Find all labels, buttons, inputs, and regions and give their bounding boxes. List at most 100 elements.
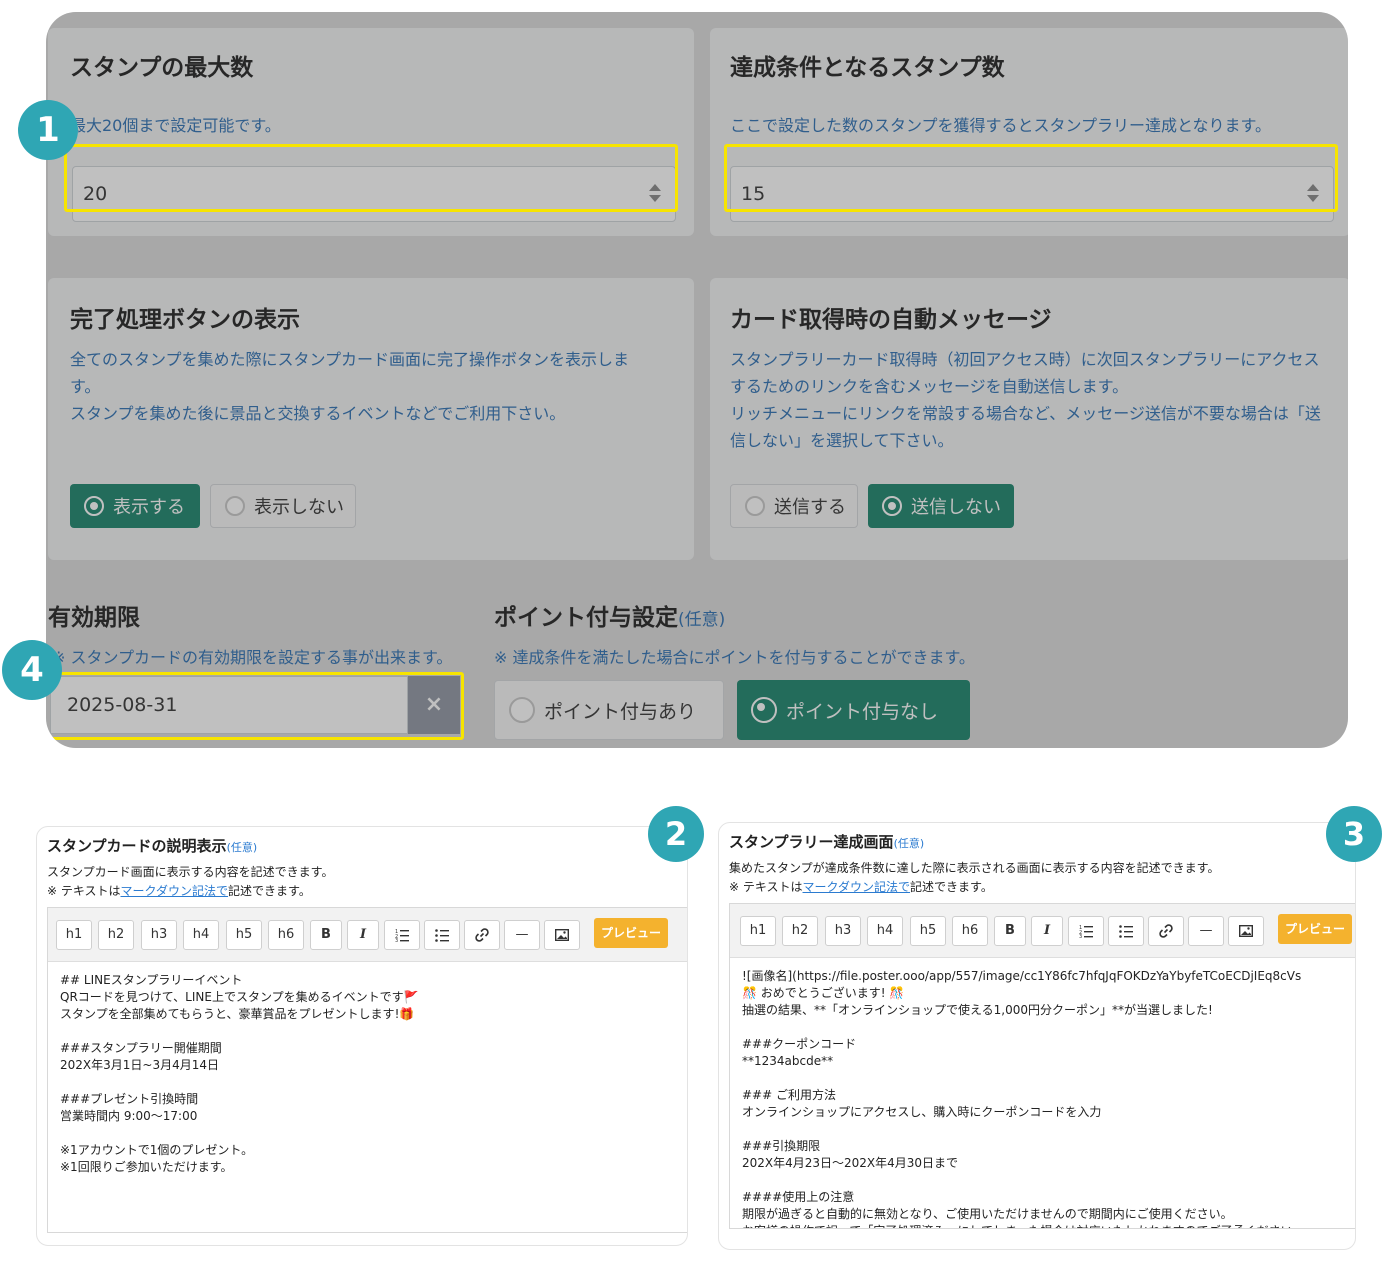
horizontal-rule-button[interactable]: — (1188, 916, 1224, 946)
settings-screenshot: スタンプの最大数 最大20個まで設定可能です。 20 達成条件となるスタンプ数 … (46, 12, 1348, 748)
radio-checked-icon (751, 697, 777, 723)
bold-button[interactable]: B (994, 916, 1026, 946)
h3-button[interactable]: h3 (141, 920, 177, 950)
link-icon[interactable] (1148, 916, 1184, 946)
radio-hide[interactable]: 表示しない (210, 484, 356, 528)
radio-show-label: 表示する (113, 497, 185, 518)
editor-toolbar: h1 h2 h3 h4 h5 h6 B I 123 — プレビュー (730, 904, 1355, 958)
preview-button[interactable]: プレビュー (594, 918, 668, 948)
auto-message-desc: スタンプラリーカード取得時（初回アクセス時）に次回スタンプラリーにアクセス する… (730, 346, 1342, 454)
radio-checked-icon (882, 496, 902, 516)
italic-button[interactable]: I (1031, 916, 1063, 946)
complete-button-desc: 全てのスタンプを集めた際にスタンプカード画面に完了操作ボタンを表示しま す。 ス… (70, 346, 680, 427)
h5-button[interactable]: h5 (910, 916, 946, 946)
svg-text:3: 3 (395, 938, 398, 942)
h4-button[interactable]: h4 (183, 920, 219, 950)
h2-button[interactable]: h2 (98, 920, 134, 950)
complete-button-card: 完了処理ボタンの表示 全てのスタンプを集めた際にスタンプカード画面に完了操作ボタ… (48, 278, 694, 560)
radio-points-yes[interactable]: ポイント付与あり (494, 680, 724, 740)
highlight-max-stamps (64, 144, 678, 212)
h3-button[interactable]: h3 (825, 916, 861, 946)
desc-line: スタンプを集めた後に景品と交換するイベントなどでご利用下さい。 (70, 404, 566, 423)
radio-nosend[interactable]: 送信しない (868, 484, 1014, 528)
radio-send-label: 送信する (774, 497, 846, 518)
radio-unchecked-icon (745, 496, 765, 516)
step-badge-3: 3 (1326, 806, 1382, 862)
desc-line: 信しない」を選択して下さい。 (730, 431, 954, 450)
max-stamps-title: スタンプの最大数 (70, 55, 254, 81)
italic-button[interactable]: I (347, 920, 379, 950)
expiry-title: 有効期限 (48, 605, 140, 631)
radio-points-no-label: ポイント付与なし (786, 700, 939, 723)
note-suffix: 記述できます。 (228, 884, 311, 898)
highlight-expiry (46, 672, 464, 740)
max-stamps-desc: 最大20個まで設定可能です。 (70, 116, 281, 135)
goal-stamps-title: 達成条件となるスタンプ数 (730, 55, 1005, 81)
list-ordered-icon[interactable]: 123 (1068, 916, 1104, 946)
step-badge-1: 1 (18, 100, 78, 160)
radio-send[interactable]: 送信する (730, 484, 858, 528)
horizontal-rule-button[interactable]: — (504, 920, 540, 950)
card-description-desc: スタンプカード画面に表示する内容を記述できます。 (47, 865, 334, 879)
auto-message-card: カード取得時の自動メッセージ スタンプラリーカード取得時（初回アクセス時）に次回… (710, 278, 1348, 560)
h1-button[interactable]: h1 (740, 916, 776, 946)
card-description-title: スタンプカードの説明表示(任意) (47, 835, 257, 856)
desc-line: スタンプラリーカード取得時（初回アクセス時）に次回スタンプラリーにアクセス (730, 350, 1320, 369)
markdown-link[interactable]: マークダウン記法で (121, 884, 229, 898)
list-bullet-icon[interactable] (1108, 916, 1144, 946)
expiry-desc: ※ スタンプカードの有効期限を設定する事が出来ます。 (52, 648, 453, 667)
editor-content[interactable]: ## LINEスタンプラリーイベント QRコードを見つけて、LINE上でスタンプ… (60, 972, 684, 1176)
link-icon[interactable] (464, 920, 500, 950)
step-badge-4: 4 (2, 640, 62, 700)
goal-stamps-desc: ここで設定した数のスタンプを獲得するとスタンプラリー達成となります。 (730, 116, 1271, 135)
points-title-text: ポイント付与設定 (494, 605, 678, 631)
desc-line: するためのリンクを含むメッセージを自動送信します。 (730, 377, 1129, 396)
optional-tag: (任意) (893, 837, 925, 850)
radio-checked-icon (84, 496, 104, 516)
radio-nosend-label: 送信しない (911, 497, 1001, 518)
radio-unchecked-icon (509, 697, 535, 723)
preview-button[interactable]: プレビュー (1278, 914, 1352, 944)
markdown-link[interactable]: マークダウン記法で (803, 880, 911, 894)
h6-button[interactable]: h6 (268, 920, 304, 950)
list-ordered-icon[interactable]: 123 (384, 920, 420, 950)
points-desc: ※ 達成条件を満たした場合にポイントを付与することができます。 (494, 648, 975, 667)
h1-button[interactable]: h1 (56, 920, 92, 950)
highlight-goal-stamps (724, 144, 1338, 212)
image-icon[interactable] (544, 920, 580, 950)
list-bullet-icon[interactable] (424, 920, 460, 950)
radio-points-no[interactable]: ポイント付与なし (737, 680, 970, 740)
h2-button[interactable]: h2 (782, 916, 818, 946)
optional-tag: (任意) (226, 841, 258, 854)
bold-button[interactable]: B (310, 920, 342, 950)
desc-line: リッチメニューにリンクを常設する場合など、メッセージ送信が不要な場合は「送 (730, 404, 1321, 423)
note-suffix: 記述できます。 (910, 880, 993, 894)
completion-desc: 集めたスタンプが達成条件数に達した際に表示される画面に表示する内容を記述できます… (729, 861, 1220, 875)
step-badge-2: 2 (648, 806, 704, 862)
auto-message-title: カード取得時の自動メッセージ (730, 307, 1052, 333)
completion-title-text: スタンプラリー達成画面 (729, 833, 894, 851)
desc-line: す。 (70, 377, 101, 396)
optional-tag: (任意) (678, 610, 726, 630)
editor-toolbar: h1 h2 h3 h4 h5 h6 B I 123 — プレビュー (48, 908, 687, 962)
completion-markdown-note: ※ テキストはマークダウン記法で記述できます。 (729, 878, 993, 897)
note-prefix: ※ テキストは (729, 880, 803, 894)
completion-title: スタンプラリー達成画面(任意) (729, 831, 924, 852)
points-title: ポイント付与設定(任意) (494, 598, 725, 632)
radio-points-yes-label: ポイント付与あり (544, 700, 697, 723)
card-description-title-text: スタンプカードの説明表示 (47, 837, 227, 855)
editor-content[interactable]: ![画像名](https://file.poster.ooo/app/557/i… (742, 968, 1352, 1228)
note-prefix: ※ テキストは (47, 884, 121, 898)
desc-line: 全てのスタンプを集めた際にスタンプカード画面に完了操作ボタンを表示しま (70, 350, 630, 369)
radio-unchecked-icon (225, 496, 245, 516)
h5-button[interactable]: h5 (226, 920, 262, 950)
h6-button[interactable]: h6 (952, 916, 988, 946)
h4-button[interactable]: h4 (867, 916, 903, 946)
card-description-editor-card: スタンプカードの説明表示(任意) スタンプカード画面に表示する内容を記述できます… (36, 826, 688, 1246)
complete-button-title: 完了処理ボタンの表示 (70, 307, 300, 333)
markdown-editor[interactable]: h1 h2 h3 h4 h5 h6 B I 123 — プレビュー ![画像名]… (729, 903, 1355, 1229)
completion-editor-card: スタンプラリー達成画面(任意) 集めたスタンプが達成条件数に達した際に表示される… (718, 822, 1356, 1250)
radio-show[interactable]: 表示する (70, 484, 200, 528)
image-icon[interactable] (1228, 916, 1264, 946)
markdown-editor[interactable]: h1 h2 h3 h4 h5 h6 B I 123 — プレビュー ## LIN… (47, 907, 687, 1233)
